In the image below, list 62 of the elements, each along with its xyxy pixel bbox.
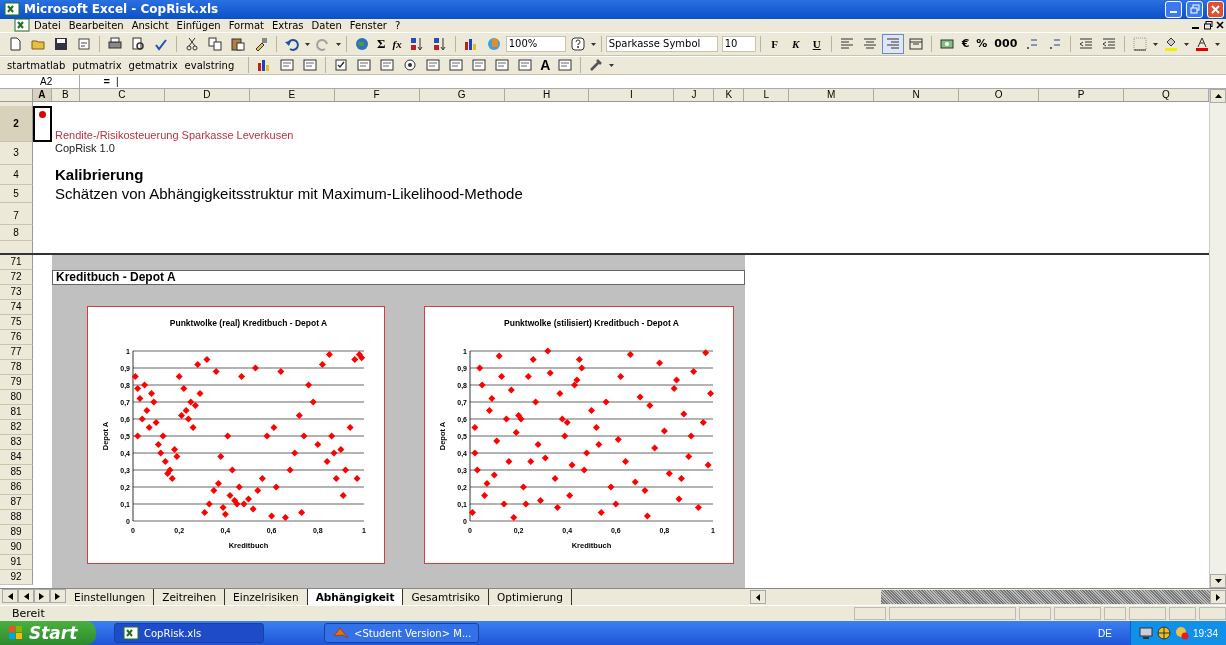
format-button[interactable]: K bbox=[785, 33, 806, 54]
font-dropdown[interactable]: Sparkasse Symbol bbox=[605, 35, 718, 52]
chart-title: Punktwolke (real) Kreditbuch - Depot A bbox=[169, 317, 328, 328]
clock-text: 19:34 bbox=[1192, 627, 1218, 639]
format-button[interactable]: F bbox=[764, 33, 785, 54]
row-header[interactable]: 4 bbox=[0, 164, 33, 185]
menu-item[interactable]: Bearbeiten bbox=[64, 19, 128, 31]
column-header[interactable]: F bbox=[334, 88, 420, 101]
menu-item[interactable]: Einfügen bbox=[172, 19, 225, 31]
row-header[interactable]: 2 bbox=[0, 105, 33, 142]
number-format-button[interactable]: € bbox=[958, 33, 973, 54]
window-title: Microsoft Excel - CopRisk.xls bbox=[24, 2, 220, 17]
menu-item[interactable]: Datei bbox=[30, 19, 65, 31]
column-header[interactable]: C bbox=[79, 88, 165, 101]
section-title: Kreditbuch - Depot A bbox=[52, 269, 745, 285]
version-text: CopRisk 1.0 bbox=[54, 141, 115, 154]
menu-item[interactable]: Daten bbox=[307, 19, 346, 31]
menu-item[interactable]: Format bbox=[224, 19, 268, 31]
column-header[interactable]: M bbox=[789, 88, 875, 101]
format-button[interactable]: U bbox=[806, 33, 827, 54]
menu-item[interactable]: Ansicht bbox=[127, 19, 173, 31]
number-format-button[interactable]: % bbox=[973, 33, 991, 54]
start-button[interactable]: Start bbox=[0, 621, 96, 645]
taskbar-button[interactable]: <Student Version> M... bbox=[324, 623, 479, 643]
organization-text: Rendite-/Risikosteuerung Sparkasse Leverkusen bbox=[54, 128, 294, 142]
column-header[interactable]: I bbox=[589, 88, 675, 101]
column-header[interactable]: J bbox=[674, 88, 715, 101]
chart-title: Punktwolke (stilisiert) Kreditbuch - Depot A bbox=[504, 317, 679, 328]
taskbar-button[interactable]: CopRisk.xls bbox=[114, 623, 264, 643]
name-box[interactable]: A2 bbox=[0, 74, 80, 88]
subtitle-text: Schätzen von Abhängigkeitsstruktur mit Maximum-Likelihood-Methode bbox=[54, 185, 523, 203]
macro-button[interactable]: startmatlab bbox=[4, 57, 69, 74]
equals-button[interactable]: = bbox=[80, 75, 116, 88]
insert-function-button[interactable]: fx bbox=[389, 33, 405, 54]
column-header[interactable]: H bbox=[504, 88, 590, 101]
macro-button[interactable]: getmatrix bbox=[125, 57, 181, 74]
section-heading: Kalibrierung bbox=[54, 166, 144, 184]
number-format-button[interactable]: 000 bbox=[991, 33, 1021, 54]
autosum-button[interactable]: Σ bbox=[374, 33, 389, 54]
formula-input[interactable]: | bbox=[116, 75, 119, 87]
font-size-dropdown[interactable]: 10 bbox=[721, 35, 756, 52]
zoom-dropdown[interactable]: 100% bbox=[505, 35, 566, 52]
column-header[interactable]: Q bbox=[1124, 88, 1209, 101]
status-text: Bereit bbox=[12, 607, 45, 621]
menu-item[interactable]: Extras bbox=[267, 19, 308, 31]
column-header[interactable]: G bbox=[419, 88, 505, 101]
column-header[interactable]: B bbox=[51, 88, 80, 101]
column-header[interactable]: K bbox=[714, 88, 745, 101]
column-header[interactable]: N bbox=[874, 88, 960, 101]
column-header[interactable]: E bbox=[249, 88, 335, 101]
sheet-tab[interactable]: Abhängigkeit bbox=[307, 589, 404, 606]
menu-item[interactable]: Fenster bbox=[345, 19, 391, 31]
column-header[interactable]: L bbox=[744, 88, 790, 101]
row-header[interactable]: 3 bbox=[0, 141, 33, 165]
column-header[interactable]: P bbox=[1039, 88, 1124, 101]
macro-button[interactable]: evalstring bbox=[181, 57, 238, 74]
macro-button[interactable]: putmatrix bbox=[69, 57, 125, 74]
column-header[interactable]: D bbox=[164, 88, 250, 101]
column-header[interactable]: O bbox=[959, 88, 1040, 101]
menu-item[interactable]: ? bbox=[390, 19, 405, 31]
label-control-button[interactable]: A bbox=[537, 55, 554, 76]
language-indicator[interactable]: DE bbox=[1098, 627, 1112, 639]
